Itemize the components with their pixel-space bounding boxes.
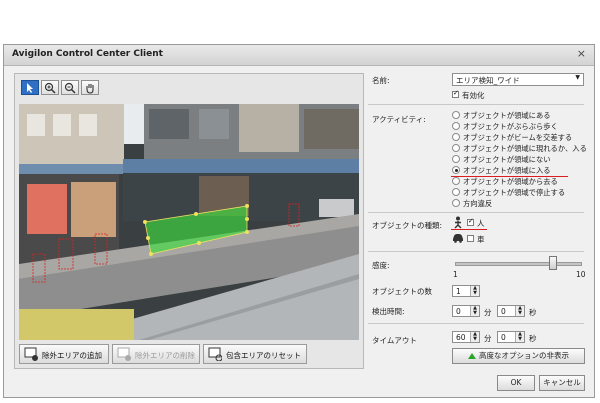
vehicle-icon (453, 234, 463, 243)
add-exclusion-area-label: 除外エリアの追加 (42, 351, 102, 360)
detection-minutes-stepper[interactable]: 0 ▲ ▼ (452, 305, 480, 317)
close-icon[interactable]: × (577, 47, 586, 60)
street-scene-image (19, 104, 359, 340)
stepper-arrows-icon[interactable]: ▲ ▼ (515, 332, 524, 342)
activity-option[interactable]: オブジェクトが領域にある (452, 111, 551, 121)
minutes-unit: 分 (484, 308, 492, 317)
sensitivity-track[interactable] (455, 262, 582, 266)
stepper-arrows-icon[interactable]: ▲ ▼ (470, 332, 479, 342)
reset-area-icon (208, 347, 222, 361)
remove-exclusion-area-button[interactable]: 除外エリアの削除 (112, 344, 200, 364)
video-panel: 除外エリアの追加 除外エリアの削除 包含エリアのリセット (14, 73, 364, 369)
activity-option-label: オブジェクトが領域から去る (463, 177, 558, 186)
seconds-unit: 秒 (529, 308, 537, 317)
dialog-window: Avigilon Control Center Client × 除外エリアの追… (3, 44, 595, 398)
stepper-arrows-icon[interactable]: ▲ ▼ (470, 286, 479, 296)
green-arrow-up-icon (468, 353, 476, 359)
activity-label: アクティビティ: (372, 115, 426, 124)
divider (368, 251, 584, 252)
activity-option[interactable]: オブジェクトが領域で停止する (452, 188, 565, 198)
timeout-seconds-unit: 秒 (529, 334, 537, 343)
activity-option-label: オブジェクトが領域に入る (463, 166, 551, 175)
timeout-minutes-unit: 分 (484, 334, 492, 343)
pan-hand-icon (86, 84, 94, 94)
advanced-button-label: 高度なオプションの非表示 (479, 351, 569, 360)
activity-option[interactable]: オブジェクトが領域から去る (452, 177, 558, 187)
name-label: 名前: (372, 76, 390, 85)
person-icon (454, 216, 462, 229)
object-count-stepper[interactable]: 1 ▲ ▼ (452, 285, 480, 297)
enable-checkbox[interactable] (452, 89, 459, 98)
activity-option-label: オブジェクトがビームを交差する (463, 133, 573, 142)
chevron-down-icon: ▼ (575, 74, 580, 81)
zoom-out-icon (64, 82, 76, 94)
activity-option[interactable]: オブジェクトがぶらぶら歩く (452, 122, 558, 132)
sensitivity-min: 1 (453, 270, 458, 279)
object-type-label: オブジェクトの種類: (372, 221, 443, 230)
zoom-out-button[interactable] (61, 80, 79, 95)
activity-option-label: オブジェクトが領域にある (463, 111, 551, 120)
timeout-label: タイムアウト (372, 336, 417, 345)
divider (368, 323, 584, 324)
stepper-arrows-icon[interactable]: ▲ ▼ (470, 306, 479, 316)
person-checkbox[interactable] (467, 217, 474, 226)
timeout-minutes-value: 60 (456, 333, 466, 342)
object-count-label: オブジェクトの数 (372, 287, 432, 296)
timeout-seconds-stepper[interactable]: 0 ▲ ▼ (497, 331, 525, 343)
activity-option[interactable]: 方向違反 (452, 199, 492, 209)
activity-option-label: オブジェクトが領域で停止する (463, 188, 566, 197)
remove-exclusion-area-label: 除外エリアの削除 (135, 351, 195, 360)
sensitivity-label: 感度: (372, 261, 390, 270)
window-title: Avigilon Control Center Client (12, 49, 163, 59)
reset-inclusion-area-label: 包含エリアのリセット (226, 351, 301, 360)
stepper-arrows-icon[interactable]: ▲ ▼ (515, 306, 524, 316)
divider (368, 212, 584, 213)
detection-minutes-value: 0 (456, 307, 461, 316)
rule-name-select[interactable]: エリア検知_ワイド ▼ (452, 73, 584, 86)
hide-advanced-options-button[interactable]: 高度なオプションの非表示 (452, 348, 585, 364)
enable-label: 有効化 (462, 91, 485, 100)
timeout-seconds-value: 0 (501, 333, 506, 342)
zoom-in-icon (44, 82, 56, 94)
activity-option-selected[interactable]: オブジェクトが領域に入る (452, 166, 551, 176)
sensitivity-slider-thumb[interactable] (549, 256, 557, 270)
activity-option[interactable]: オブジェクトが領域にない (452, 155, 551, 165)
zoom-in-button[interactable] (41, 80, 59, 95)
rule-name-value: エリア検知_ワイド (456, 76, 520, 85)
activity-option[interactable]: オブジェクトがビームを交差する (452, 133, 572, 143)
cancel-button[interactable]: キャンセル (539, 375, 585, 391)
activity-option-label: オブジェクトが領域にない (463, 155, 551, 164)
vehicle-checkbox[interactable] (467, 235, 474, 242)
remove-area-icon (117, 347, 131, 361)
activity-option-label: オブジェクトがぶらぶら歩く (463, 122, 558, 131)
add-area-icon (24, 347, 38, 361)
detection-seconds-stepper[interactable]: 0 ▲ ▼ (497, 305, 525, 317)
person-label: 人 (477, 219, 485, 228)
detection-seconds-value: 0 (501, 307, 506, 316)
pointer-icon (27, 83, 33, 93)
camera-video-view[interactable] (19, 104, 359, 340)
object-count-value: 1 (456, 287, 461, 296)
timeout-minutes-stepper[interactable]: 60 ▲ ▼ (452, 331, 480, 343)
detection-time-label: 検出時間: (372, 307, 405, 316)
activity-option[interactable]: オブジェクトが領域に現れるか、入る (452, 144, 587, 154)
reset-inclusion-area-button[interactable]: 包含エリアのリセット (203, 344, 307, 364)
vehicle-label: 車 (477, 235, 485, 244)
ok-button[interactable]: OK (497, 375, 535, 391)
person-underline (451, 229, 487, 230)
activity-option-label: オブジェクトが領域に現れるか、入る (463, 144, 587, 153)
pointer-tool-button[interactable] (21, 80, 39, 95)
activity-option-label: 方向違反 (463, 199, 493, 208)
pan-button[interactable] (81, 80, 99, 95)
add-exclusion-area-button[interactable]: 除外エリアの追加 (19, 344, 109, 364)
sensitivity-max: 10 (576, 270, 586, 279)
divider (368, 104, 584, 105)
title-bar: Avigilon Control Center Client × (4, 45, 594, 66)
